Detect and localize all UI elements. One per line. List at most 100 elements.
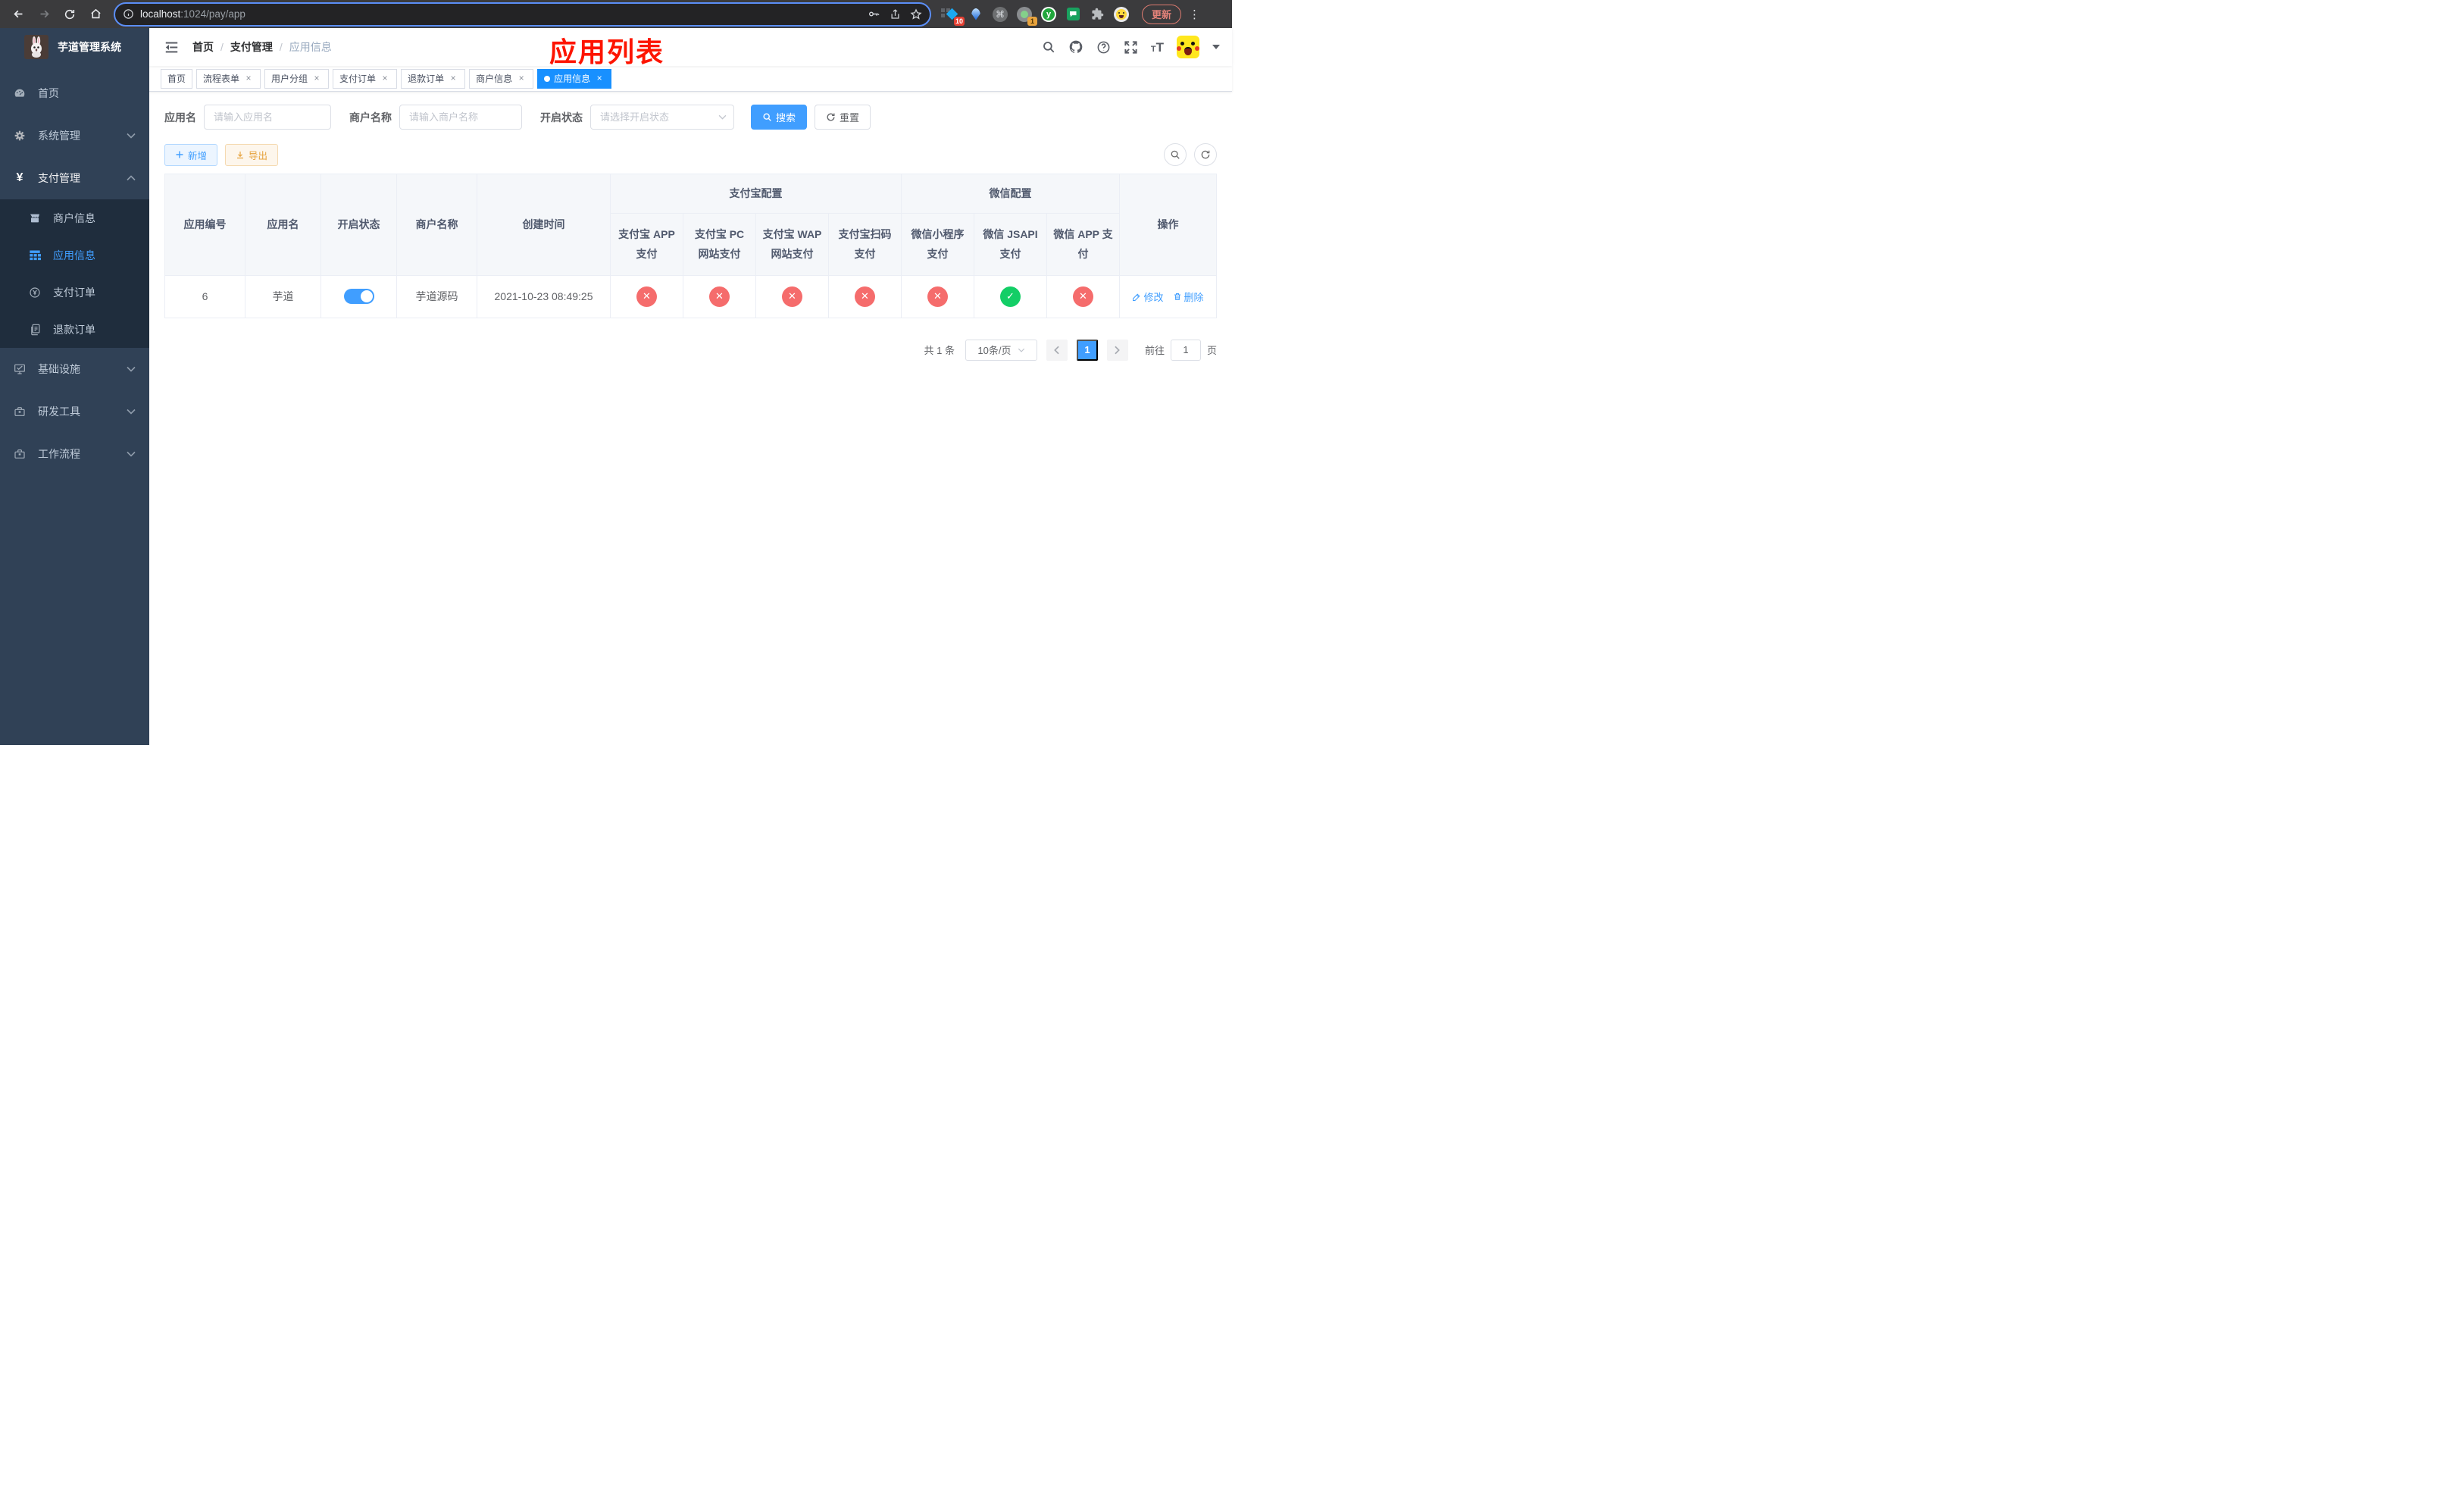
close-icon[interactable]: × [380, 73, 390, 84]
active-dot [544, 75, 551, 82]
extension-chat-icon[interactable] [1065, 6, 1081, 23]
sidebar-item-dev-tools[interactable]: 研发工具 [0, 390, 149, 433]
table-refresh-icon[interactable] [1194, 143, 1217, 166]
close-icon[interactable]: × [594, 73, 605, 84]
sidebar-item-payment[interactable]: ¥ 支付管理 [0, 157, 149, 199]
user-avatar[interactable] [1177, 36, 1199, 58]
avatar-caret-icon[interactable] [1212, 45, 1220, 49]
close-icon[interactable]: × [243, 73, 254, 84]
col-status: 开启状态 [321, 174, 397, 276]
fullscreen-icon[interactable] [1124, 40, 1138, 55]
add-button[interactable]: 新增 [164, 143, 218, 166]
total-count: 共 1 条 [924, 345, 955, 357]
sidebar-item-refund-order[interactable]: 退款订单 [0, 311, 149, 348]
page-size-select[interactable]: 10条/页 [965, 339, 1037, 361]
extension-pin-icon[interactable] [968, 6, 984, 23]
next-page-button[interactable] [1106, 339, 1128, 361]
browser-forward-button[interactable] [33, 4, 55, 25]
tab-merchant-info[interactable]: 商户信息 × [469, 68, 534, 89]
goto-label: 前往 [1144, 345, 1165, 357]
extension-tabs-icon[interactable]: 10 [941, 6, 965, 26]
app-logo[interactable]: 芋道管理系统 [0, 28, 149, 66]
table-search-toggle-icon[interactable] [1164, 143, 1187, 166]
close-icon[interactable]: × [516, 73, 527, 84]
browser-reload-button[interactable] [59, 4, 80, 25]
bookmark-star-icon[interactable] [910, 8, 922, 20]
extensions-tray: 10 ⌘ 1 y [941, 6, 1130, 26]
sidebar-item-infrastructure[interactable]: 基础设施 [0, 348, 149, 390]
config-status-icon: ✕ [709, 286, 730, 307]
tab-process-form[interactable]: 流程表单 × [196, 68, 261, 89]
sidebar-item-app-info[interactable]: 应用信息 [0, 236, 149, 274]
cell-create-time: 2021-10-23 08:49:25 [477, 274, 611, 318]
github-icon[interactable] [1068, 39, 1083, 55]
extensions-puzzle-icon[interactable] [1089, 6, 1105, 23]
browser-update-button[interactable]: 更新 [1142, 4, 1182, 24]
browser-back-button[interactable] [8, 4, 29, 25]
breadcrumb-payment[interactable]: 支付管理 [230, 39, 273, 55]
sidebar-item-system[interactable]: 系统管理 [0, 114, 149, 157]
status-toggle[interactable] [343, 289, 374, 305]
extension-meet-icon[interactable]: 1 [1016, 6, 1037, 26]
sidebar-item-merchant-info[interactable]: 商户信息 [0, 199, 149, 236]
sidebar-fold-icon[interactable] [161, 38, 182, 57]
chevron-down-icon [127, 408, 136, 415]
toolbox-icon [14, 405, 26, 418]
storefront-icon [29, 212, 41, 224]
col-actions: 操作 [1119, 174, 1217, 276]
tab-user-group[interactable]: 用户分组 × [264, 68, 330, 89]
app-name-input[interactable] [204, 105, 331, 130]
pagination: 共 1 条 10条/页 1 前往 页 [164, 339, 1217, 361]
chevron-down-icon [127, 451, 136, 457]
dashboard-icon [14, 87, 26, 99]
col-alipay-pc: 支付宝 PC 网站支付 [683, 212, 756, 276]
export-button[interactable]: 导出 [225, 143, 279, 166]
yen-circle-icon [29, 286, 41, 299]
yen-icon: ¥ [16, 171, 23, 184]
search-button[interactable]: 搜索 [751, 105, 808, 130]
tab-app-info[interactable]: 应用信息 × [537, 68, 612, 89]
site-info-icon[interactable] [123, 8, 134, 20]
status-select[interactable] [590, 105, 734, 130]
profile-emoji-icon[interactable] [1113, 6, 1130, 23]
delete-link[interactable]: 删除 [1173, 290, 1204, 304]
app-title: 芋道管理系统 [58, 41, 121, 53]
share-icon[interactable] [890, 8, 901, 20]
chevron-down-icon [1018, 348, 1025, 352]
tab-refund-order[interactable]: 退款订单 × [401, 68, 466, 89]
close-icon[interactable]: × [311, 73, 322, 84]
address-bar[interactable]: localhost:1024/pay/app [114, 2, 931, 27]
browser-menu-icon[interactable]: ⋮ [1189, 8, 1200, 21]
table-row: 6 芋道 芋道源码 2021-10-23 08:49:25 ✕ ✕ ✕ ✕ ✕ … [164, 274, 1217, 318]
close-icon[interactable]: × [448, 73, 458, 84]
edit-link[interactable]: 修改 [1132, 290, 1164, 304]
breadcrumb-home[interactable]: 首页 [192, 39, 214, 55]
merchant-name-input[interactable] [399, 105, 522, 130]
browser-home-button[interactable] [85, 4, 106, 25]
page-number-1[interactable]: 1 [1076, 339, 1098, 361]
col-group-wechat: 微信配置 [901, 174, 1120, 214]
sidebar-item-pay-order[interactable]: 支付订单 [0, 274, 149, 311]
cell-actions: 修改 删除 [1119, 274, 1217, 318]
breadcrumb-current: 应用信息 [289, 41, 332, 53]
goto-page-input[interactable] [1170, 339, 1201, 361]
browser-toolbar: localhost:1024/pay/app 10 ⌘ 1 y 更新 ⋮ [0, 0, 1232, 28]
tab-pay-order[interactable]: 支付订单 × [333, 68, 398, 89]
config-status-icon: ✕ [782, 286, 802, 307]
tab-home[interactable]: 首页 [161, 68, 193, 89]
cell-status [321, 274, 397, 318]
font-size-icon[interactable]: TT [1151, 41, 1164, 54]
extension-command-icon[interactable]: ⌘ [992, 6, 1008, 23]
page-annotation-title: 应用列表 [549, 36, 665, 67]
app-name-label: 应用名 [164, 111, 196, 124]
sidebar-menu: 首页 系统管理 ¥ 支付管理 商户信息 应用信息 支付订单 退款订单 基础设施 … [0, 72, 149, 475]
sidebar-item-home[interactable]: 首页 [0, 72, 149, 114]
extension-y-icon[interactable]: y [1040, 6, 1057, 23]
header-search-icon[interactable] [1042, 40, 1055, 54]
col-alipay-wap: 支付宝 WAP 网站支付 [755, 212, 829, 276]
reset-button[interactable]: 重置 [815, 105, 871, 130]
password-key-icon[interactable] [868, 8, 880, 20]
help-icon[interactable] [1096, 40, 1111, 55]
sidebar-item-workflow[interactable]: 工作流程 [0, 433, 149, 475]
prev-page-button[interactable] [1046, 339, 1068, 361]
